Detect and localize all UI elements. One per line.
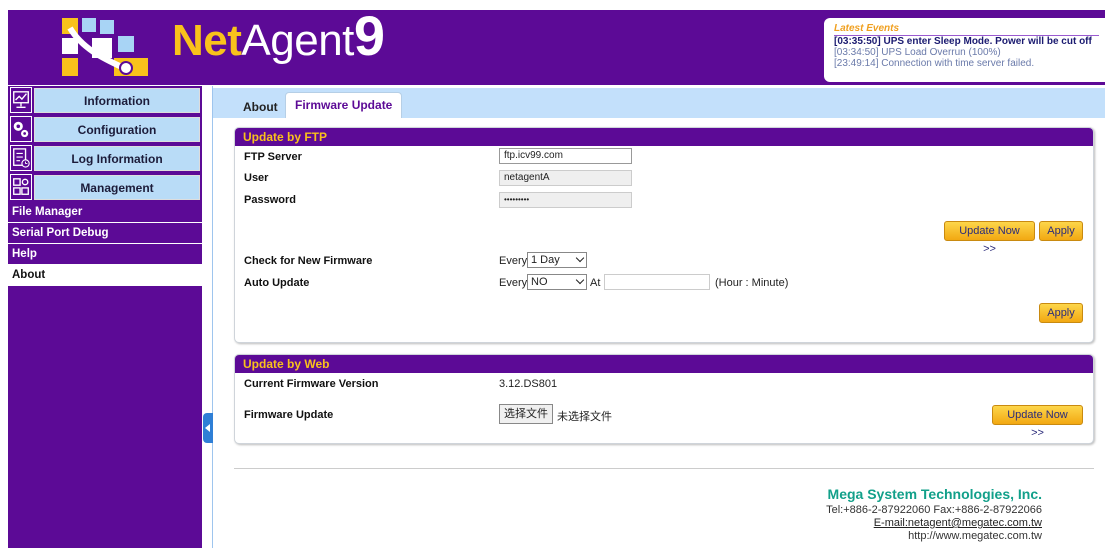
- sidebar-subitem-about[interactable]: About: [8, 265, 202, 286]
- password-label: Password: [244, 194, 296, 206]
- sidebar-item-management[interactable]: Management: [8, 173, 202, 202]
- tab-about[interactable]: About: [243, 96, 278, 118]
- grid-gear-icon: [10, 174, 32, 200]
- netagent-logo-icon: [62, 18, 148, 76]
- check-interval-select[interactable]: 1 Day: [527, 252, 587, 268]
- update-time-input[interactable]: [604, 274, 710, 290]
- firmware-update-label: Firmware Update: [244, 409, 334, 421]
- event-line: [23:49:14] Connection with time server f…: [834, 58, 1035, 69]
- every-label: Every: [499, 255, 528, 267]
- chevron-down-icon: [575, 275, 585, 285]
- chevron-down-icon: [575, 253, 585, 263]
- footer-divider: [234, 468, 1094, 469]
- every-label: Every: [499, 277, 528, 289]
- contact-email-link[interactable]: E-mail:netagent@megatec.com.tw: [826, 517, 1042, 530]
- sidebar-subitem-help[interactable]: Help: [8, 244, 202, 265]
- auto-update-label: Auto Update: [244, 277, 310, 289]
- at-label: At: [590, 277, 601, 289]
- user-label: User: [244, 172, 269, 184]
- web-update-now-button[interactable]: Update Now >>: [992, 405, 1083, 439]
- sidebar-item-log-information[interactable]: Log Information: [8, 144, 202, 173]
- no-file-chosen-text: 未选择文件: [557, 411, 612, 423]
- ftp-apply-button[interactable]: Apply: [1039, 221, 1083, 241]
- company-name: Mega System Technologies, Inc.: [827, 486, 1042, 502]
- sidebar-item-configuration[interactable]: Configuration: [8, 115, 202, 144]
- hour-minute-hint: (Hour : Minute): [715, 277, 789, 289]
- header-bar: NetAgent9 Latest Events [03:35:50] UPS e…: [8, 4, 1105, 85]
- sidebar-item-information[interactable]: Information: [8, 86, 202, 115]
- auto-update-value: NO: [531, 276, 548, 288]
- current-firmware-value: 3.12.DS801: [499, 378, 558, 390]
- user-input[interactable]: netagentA: [499, 170, 632, 186]
- sidebar-divider: [212, 86, 213, 548]
- panel-title: Update by FTP: [235, 128, 1093, 146]
- sidebar: Information Configuration Log Informatio…: [8, 86, 202, 548]
- sidebar-collapse-button[interactable]: [203, 413, 213, 443]
- update-by-web-panel: Update by Web Current Firmware Version 3…: [234, 354, 1094, 444]
- log-clock-icon: [10, 145, 32, 171]
- contact-phone-fax: Tel:+886-2-87922060 Fax:+886-2-87922066: [826, 504, 1042, 516]
- current-firmware-label: Current Firmware Version: [244, 378, 379, 390]
- update-by-ftp-panel: Update by FTP FTP Server ftp.icv99.com U…: [234, 127, 1094, 343]
- ftp-update-now-button[interactable]: Update Now >>: [944, 221, 1035, 255]
- sidebar-item-label: Information: [34, 88, 200, 113]
- check-interval-value: 1 Day: [531, 254, 560, 266]
- latest-events-title: Latest Events: [834, 23, 1099, 36]
- footer: Mega System Technologies, Inc. Tel:+886-…: [826, 486, 1042, 543]
- latest-events-box: Latest Events [03:35:50] UPS enter Sleep…: [824, 18, 1105, 82]
- tab-bar: About Firmware Update: [213, 88, 1105, 118]
- auto-update-select[interactable]: NO: [527, 274, 587, 290]
- monitor-chart-icon: [10, 87, 32, 113]
- choose-file-button[interactable]: 选择文件: [499, 404, 553, 424]
- gears-icon: [10, 116, 32, 142]
- password-input[interactable]: •••••••••: [499, 192, 632, 208]
- panel-title: Update by Web: [235, 355, 1093, 373]
- check-firmware-label: Check for New Firmware: [244, 255, 373, 267]
- sidebar-subitem-file-manager[interactable]: File Manager: [8, 202, 202, 223]
- sidebar-item-label: Configuration: [34, 117, 200, 142]
- ftp-server-label: FTP Server: [244, 151, 302, 163]
- sidebar-subitem-serial-port-debug[interactable]: Serial Port Debug: [8, 223, 202, 244]
- brand-title: NetAgent9: [172, 4, 385, 67]
- event-line: [03:35:50] UPS enter Sleep Mode. Power w…: [834, 36, 1092, 47]
- sidebar-item-label: Log Information: [34, 146, 200, 171]
- sidebar-item-label: Management: [34, 175, 200, 200]
- event-line: [03:34:50] UPS Load Overrun (100%): [834, 47, 1001, 58]
- auto-update-apply-button[interactable]: Apply: [1039, 303, 1083, 323]
- tab-firmware-update[interactable]: Firmware Update: [285, 92, 403, 118]
- ftp-server-input[interactable]: ftp.icv99.com: [499, 148, 632, 164]
- website-url[interactable]: http://www.megatec.com.tw: [826, 530, 1042, 543]
